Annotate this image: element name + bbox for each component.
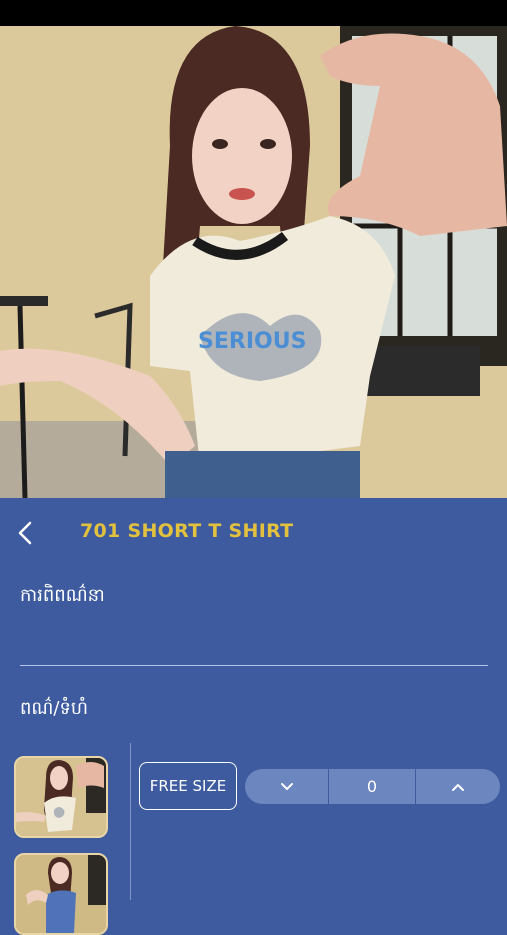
variant-divider [130, 743, 131, 900]
section-divider [20, 665, 488, 666]
color-size-label: ពណ៌/ទំហំ [20, 698, 89, 719]
increase-quantity-button[interactable] [416, 769, 500, 804]
variant-thumbnail-image [16, 855, 106, 933]
status-bar [0, 0, 507, 26]
decrease-quantity-button[interactable] [245, 769, 328, 804]
product-photo: SERIOUS [0, 26, 507, 498]
chevron-left-icon [18, 521, 32, 545]
chevron-down-icon [280, 782, 293, 790]
quantity-stepper: 0 [245, 769, 500, 804]
product-image: SERIOUS [0, 26, 507, 498]
description-label: ការពិពណ៌នា [20, 585, 105, 606]
back-button[interactable] [10, 517, 40, 549]
quantity-value: 0 [328, 769, 416, 804]
product-title: 701 SHORT T SHIRT [80, 520, 294, 542]
variant-thumbnail-1[interactable] [14, 756, 108, 838]
chevron-up-icon [451, 783, 464, 791]
shirt-print-text: SERIOUS [198, 329, 306, 354]
variant-thumbnail-image [16, 758, 106, 836]
size-option-button[interactable]: FREE SIZE [139, 762, 237, 810]
variant-thumbnail-2[interactable] [14, 853, 108, 935]
